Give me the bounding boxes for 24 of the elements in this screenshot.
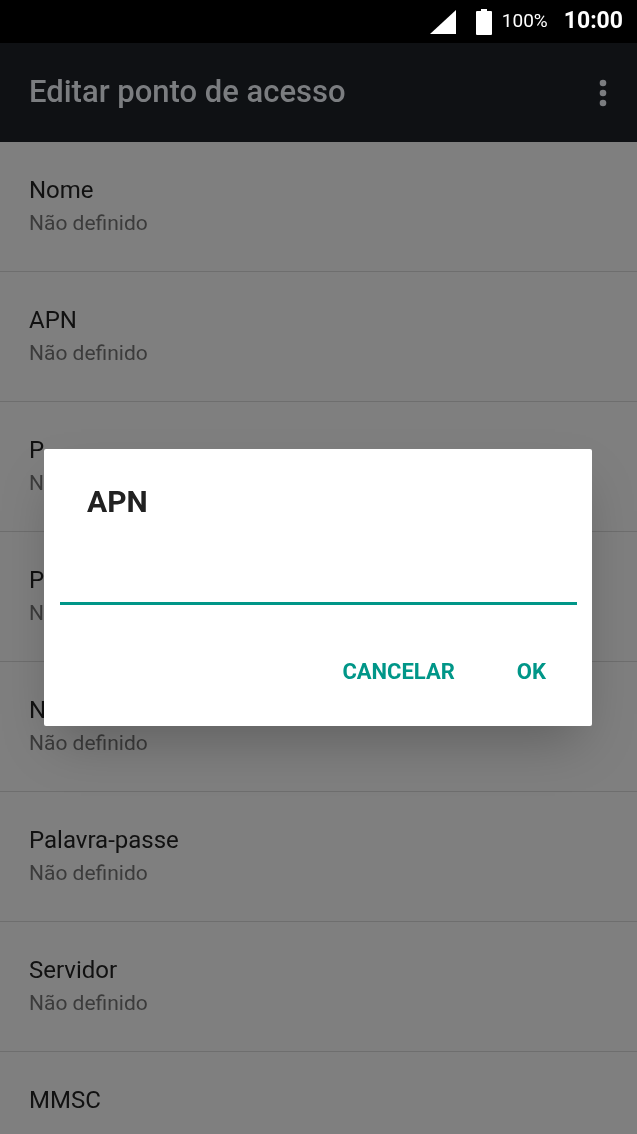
setting-label: P — [29, 435, 45, 465]
setting-label: Servidor — [29, 955, 118, 985]
setting-value: Não definido — [29, 340, 148, 367]
app-bar-title: Editar ponto de acesso — [29, 72, 346, 113]
setting-value: Não definido — [29, 730, 148, 757]
dialog-title: APN — [87, 487, 148, 517]
clock: 10:00 — [563, 6, 623, 37]
dialog-button[interactable]: OK — [516, 661, 546, 683]
setting-value: Não definido — [29, 210, 148, 237]
setting-value: N — [29, 600, 44, 627]
setting-label: N — [29, 695, 47, 725]
setting-label: APN — [29, 305, 77, 335]
setting-value: Não definido — [29, 990, 148, 1017]
battery-icon — [475, 8, 492, 35]
dialog-button[interactable]: CANCELAR — [342, 661, 455, 683]
setting-label: MMSC — [29, 1085, 101, 1115]
more-options-icon[interactable] — [599, 78, 607, 107]
setting-label: Palavra-passe — [29, 825, 179, 855]
setting-label: P — [29, 565, 45, 595]
signal-icon — [429, 9, 456, 34]
setting-value: Não definido — [29, 860, 148, 887]
setting-label: Nome — [29, 175, 94, 205]
setting-value: N — [29, 470, 44, 497]
battery-percent: 100% — [501, 8, 548, 35]
